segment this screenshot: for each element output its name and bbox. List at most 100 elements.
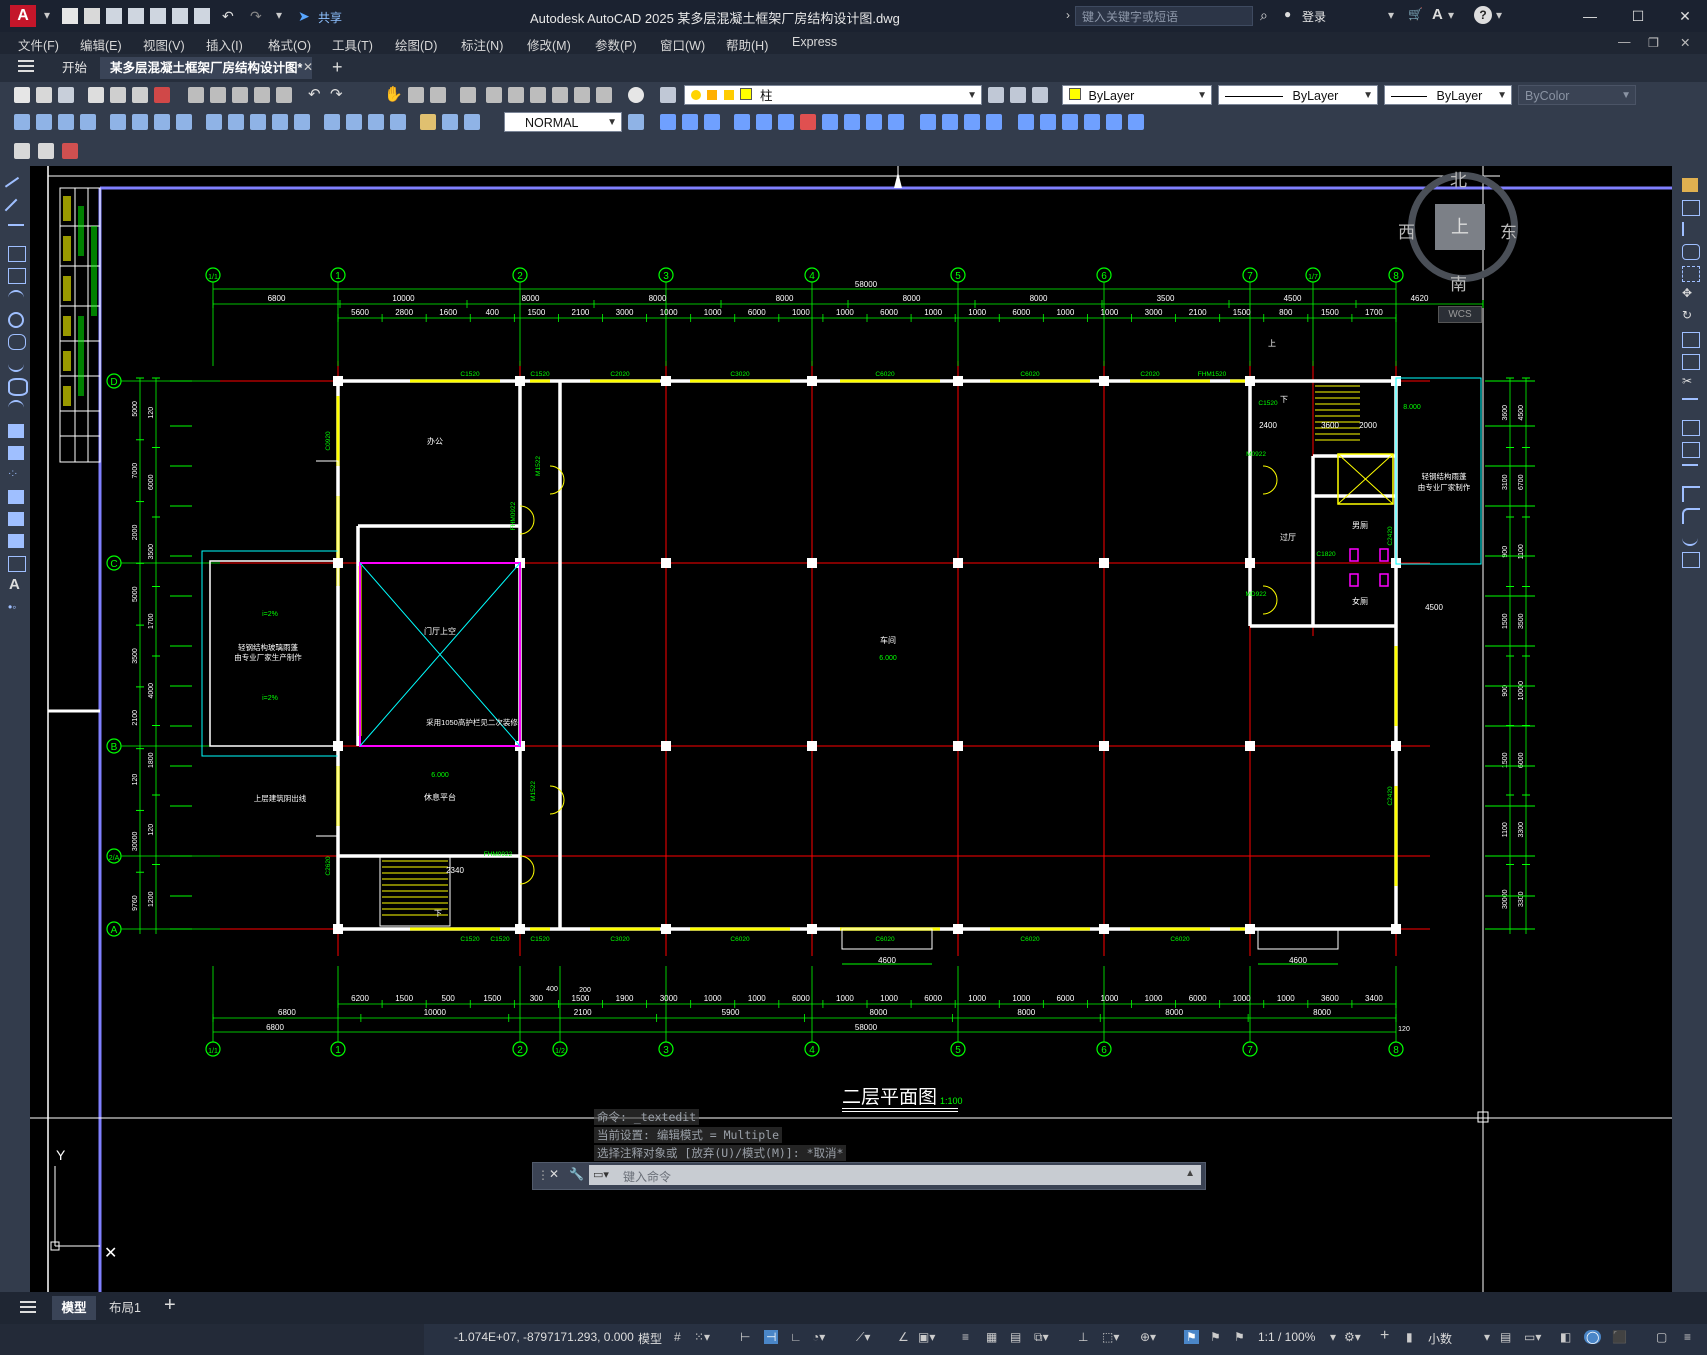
publish-icon[interactable] xyxy=(150,8,166,24)
help-dropdown-icon[interactable]: ▾ xyxy=(1496,8,1502,22)
polar-tracking-icon[interactable]: ◔▾ xyxy=(812,1330,825,1344)
ray-icon[interactable] xyxy=(4,198,28,222)
viewcube-south[interactable]: 南 xyxy=(1450,270,1467,295)
annotation-scale-icon[interactable]: ⚑ xyxy=(1234,1330,1245,1344)
doc-close-icon[interactable]: ✕ xyxy=(1680,35,1690,50)
dynamic-input-icon[interactable]: ⊣ xyxy=(764,1330,779,1344)
3d-print-icon[interactable] xyxy=(154,87,170,103)
fillet-icon[interactable] xyxy=(1682,508,1700,524)
infer-constraints-icon[interactable]: ⊢ xyxy=(740,1330,750,1344)
angular-icon[interactable] xyxy=(176,114,192,130)
table-icon[interactable] xyxy=(38,143,54,159)
menu-window[interactable]: 窗口(W) xyxy=(660,35,705,54)
menu-edit[interactable]: 编辑(E) xyxy=(80,35,122,54)
chevron-down-icon[interactable]: ▾ xyxy=(1330,1330,1336,1344)
save-as-icon[interactable] xyxy=(128,8,144,24)
modify-icon-2[interactable] xyxy=(682,114,698,130)
modify-icon-10[interactable] xyxy=(866,114,882,130)
viewcube-top-face[interactable]: 上 xyxy=(1435,204,1485,250)
sign-in-button[interactable]: 登录 xyxy=(1302,8,1326,25)
object-snap-icon[interactable]: ▣▾ xyxy=(918,1330,935,1344)
open-icon[interactable] xyxy=(36,87,52,103)
rotate-icon[interactable]: ↻ xyxy=(1682,308,1698,322)
rectangle-icon[interactable] xyxy=(8,268,26,284)
gizmo-icon[interactable]: ⊕▾ xyxy=(1140,1330,1156,1344)
transparency-icon[interactable]: ▦ xyxy=(986,1330,997,1344)
modify-icon-17[interactable] xyxy=(1040,114,1056,130)
blend-icon[interactable] xyxy=(1682,530,1698,546)
modify-icon-5[interactable] xyxy=(756,114,772,130)
space-icon[interactable] xyxy=(272,114,288,130)
sheet-set-icon[interactable] xyxy=(552,87,568,103)
trim-icon[interactable]: ✂ xyxy=(1682,374,1698,388)
lock-ui-icon[interactable]: ▭▾ xyxy=(1524,1330,1541,1344)
block-editor-icon[interactable] xyxy=(276,87,292,103)
menu-express[interactable]: Express xyxy=(792,35,837,49)
tool-palettes-icon[interactable] xyxy=(530,87,546,103)
undo-icon[interactable]: ↶ xyxy=(308,85,321,103)
region-icon[interactable] xyxy=(8,534,24,548)
chamfer-icon[interactable] xyxy=(1682,486,1700,502)
tab-model[interactable]: 模型 xyxy=(52,1296,96,1320)
lineweight-icon[interactable]: ≡ xyxy=(962,1330,969,1344)
customize-qat-icon[interactable]: ▾ xyxy=(276,8,292,24)
app-logo[interactable]: A xyxy=(10,5,36,27)
layer-previous-icon[interactable] xyxy=(1010,87,1026,103)
mtext-icon[interactable]: A xyxy=(9,576,25,593)
diameter-icon[interactable] xyxy=(154,114,170,130)
dim-style-manager-icon[interactable] xyxy=(628,114,644,130)
annotation-visibility-icon[interactable]: ⚑ xyxy=(1184,1330,1199,1344)
command-input[interactable]: ▭▾ 键入命令 ▲ xyxy=(589,1165,1201,1185)
hatch-icon[interactable] xyxy=(8,490,24,504)
color-dropdown[interactable]: ByLayer ▼ xyxy=(1062,85,1212,105)
properties-icon[interactable] xyxy=(486,87,502,103)
units-icon[interactable]: ▮ xyxy=(1406,1330,1413,1344)
menu-view[interactable]: 视图(V) xyxy=(143,35,185,54)
modify-icon-18[interactable] xyxy=(1062,114,1078,130)
grid-icon[interactable]: # xyxy=(674,1330,681,1344)
fullscreen-icon[interactable]: ▢ xyxy=(1656,1330,1667,1344)
qnew-icon[interactable] xyxy=(14,87,30,103)
caret-down-icon[interactable]: ▾ xyxy=(44,8,60,24)
modify-icon-13[interactable] xyxy=(942,114,958,130)
export-icon[interactable] xyxy=(172,8,188,24)
copy-icon[interactable] xyxy=(210,87,226,103)
save-icon[interactable] xyxy=(58,87,74,103)
print-icon[interactable] xyxy=(194,8,210,24)
chevron-down-icon[interactable]: ▾ xyxy=(1484,1330,1490,1344)
polygon-icon[interactable] xyxy=(8,246,26,262)
viewcube-north[interactable]: 北 xyxy=(1450,166,1467,191)
hamburger-menu-icon[interactable] xyxy=(18,60,34,62)
history-up-icon[interactable]: ▲ xyxy=(1185,1168,1195,1179)
arc-icon[interactable] xyxy=(8,290,24,306)
tab-drawing[interactable]: 某多层混凝土框架厂房结构设计图* xyxy=(100,57,313,79)
break-at-point-icon[interactable] xyxy=(1682,420,1700,436)
viewcube-west[interactable]: 西 xyxy=(1398,218,1415,243)
undo-icon[interactable]: ↶ xyxy=(222,8,238,24)
maximize-icon[interactable]: ☐ xyxy=(1628,6,1648,26)
dim-update-icon[interactable] xyxy=(464,114,480,130)
menu-file[interactable]: 文件(F) xyxy=(18,35,59,54)
polyline-icon[interactable] xyxy=(8,224,24,240)
ellipse-icon[interactable] xyxy=(8,378,28,396)
tolerance-icon[interactable] xyxy=(324,114,340,130)
gradient-icon[interactable] xyxy=(8,512,24,526)
graphics-performance-icon[interactable]: ◯ xyxy=(1584,1330,1602,1344)
customize-wrench-icon[interactable]: 🔧 xyxy=(569,1167,584,1181)
modify-icon-12[interactable] xyxy=(920,114,936,130)
add-layout-icon[interactable]: + xyxy=(164,1294,176,1317)
3d-osnap-icon[interactable]: ⧉▾ xyxy=(1034,1330,1049,1345)
tab-layout1[interactable]: 布局1 xyxy=(102,1296,148,1320)
workspace-gear-icon[interactable]: ⚙▾ xyxy=(1344,1330,1361,1344)
help-icon[interactable]: ? xyxy=(1474,6,1492,24)
new-file-icon[interactable] xyxy=(62,8,78,24)
plot-preview-icon[interactable] xyxy=(110,87,126,103)
modify-icon-3[interactable] xyxy=(704,114,720,130)
minimize-icon[interactable]: — xyxy=(1580,6,1600,26)
menu-help[interactable]: 帮助(H) xyxy=(726,35,768,54)
isolate-objects-icon[interactable]: ◧ xyxy=(1560,1330,1571,1344)
doc-minimize-icon[interactable]: — xyxy=(1618,35,1631,49)
menu-tools[interactable]: 工具(T) xyxy=(332,35,373,54)
spline-icon[interactable] xyxy=(8,356,24,372)
close-icon[interactable]: ✕ xyxy=(1675,6,1695,26)
